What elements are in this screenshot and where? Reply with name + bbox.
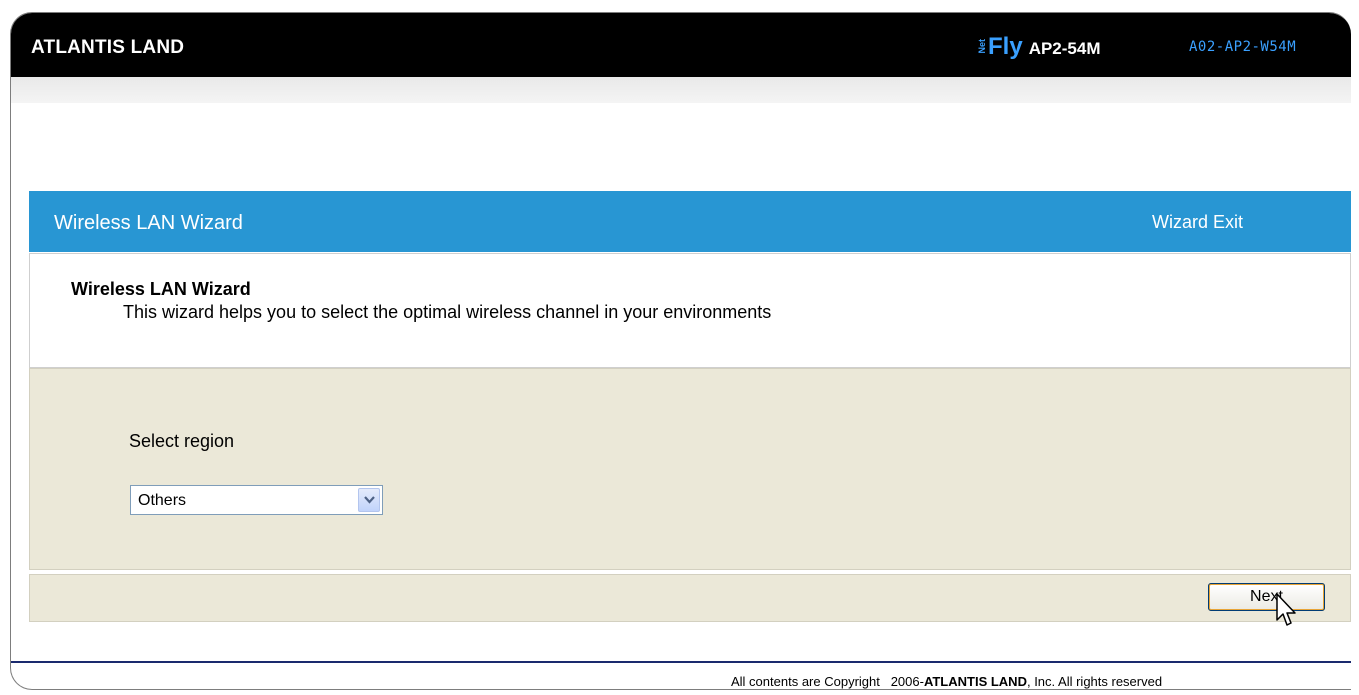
product-model: AP2-54M — [1028, 39, 1101, 58]
footer-company: ATLANTIS LAND — [923, 674, 1027, 689]
region-label: Select region — [129, 431, 235, 451]
wizard-description: This wizard helps you to select the opti… — [123, 302, 772, 322]
footer-prefix: All contents are Copyright 2006- — [731, 674, 924, 689]
top-banner: ATLANTIS LAND Net Fly AP2-54M A02-AP2-W5… — [11, 13, 1351, 77]
chevron-down-icon — [364, 496, 375, 504]
region-section: Select region Others — [29, 368, 1351, 570]
product-name: Fly — [988, 33, 1023, 60]
app-frame: ATLANTIS LAND Net Fly AP2-54M A02-AP2-W5… — [10, 12, 1351, 690]
footer-suffix: , Inc. All rights reserved — [1026, 674, 1163, 689]
product-logo: Net Fly AP2-54M — [977, 33, 1101, 61]
region-select-dropdown-button[interactable] — [358, 488, 380, 512]
wizard-exit-link[interactable]: Wizard Exit — [1152, 212, 1243, 233]
region-select-value: Others — [138, 492, 187, 509]
footer-divider — [11, 661, 1351, 663]
wizard-heading: Wireless LAN Wizard — [71, 279, 251, 299]
brand-logo: ATLANTIS LAND — [31, 37, 185, 58]
wizard-action-bar: Next — [29, 574, 1351, 622]
footer-copyright: All contents are Copyright 2006-ATLANTIS… — [731, 674, 1162, 689]
wizard-header: Wireless LAN Wizard Wizard Exit — [29, 191, 1351, 252]
region-select[interactable]: Others — [130, 485, 383, 515]
mouse-pointer-icon — [1276, 593, 1296, 626]
model-code: A02-AP2-W54M — [1189, 39, 1297, 55]
sub-banner — [11, 77, 1351, 103]
wizard-title: Wireless LAN Wizard — [54, 212, 243, 234]
wizard-description-box: Wireless LAN Wizard This wizard helps yo… — [29, 253, 1351, 368]
next-button[interactable]: Next — [1208, 583, 1325, 611]
product-prefix: Net — [977, 39, 987, 54]
